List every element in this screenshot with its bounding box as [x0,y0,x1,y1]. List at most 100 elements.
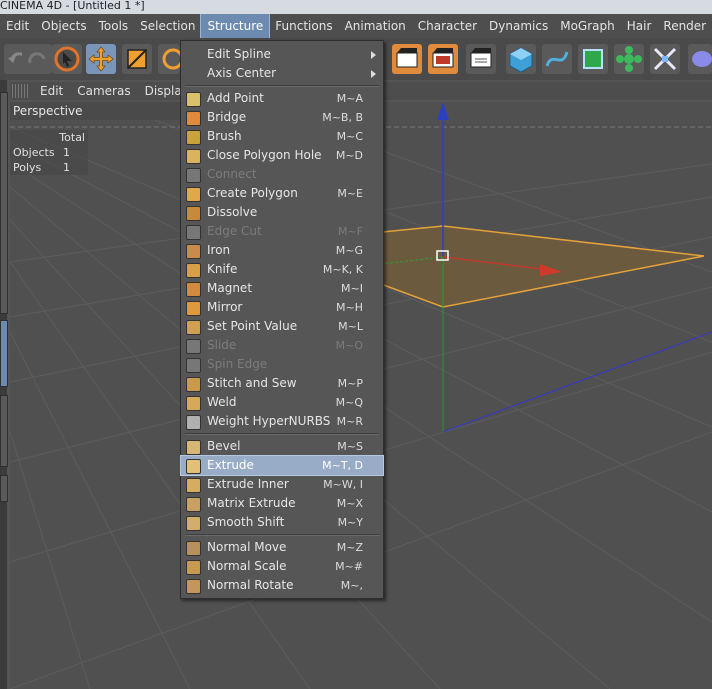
dock-tab-active[interactable] [0,320,8,387]
render-picture-viewer-icon[interactable] [428,44,458,74]
structure-menu-item-magnet[interactable]: Magnet M~I [181,279,383,298]
structure-menu-item-create-polygon[interactable]: Create Polygon M~E [181,184,383,203]
menu-item-label: Normal Scale [207,559,287,573]
structure-menu-item-normal-move[interactable]: Normal Move M~Z [181,538,383,557]
hud-row-polys: Polys 1 [10,160,88,175]
normal-scale-icon [186,560,201,575]
menu-item-label: Edge Cut [207,224,262,238]
weld-icon [186,396,201,411]
menu-dynamics[interactable]: Dynamics [483,14,554,38]
viewport-camera-label: Perspective [10,102,183,120]
menu-item-shortcut: M~# [335,560,363,573]
menu-item-shortcut: M~L [338,320,363,333]
smooth-shift-icon [186,516,201,531]
structure-menu-item-axis-center[interactable]: Axis Center [181,64,383,83]
structure-menu-item-smooth-shift[interactable]: Smooth Shift M~Y [181,513,383,532]
menu-functions[interactable]: Functions [269,14,338,38]
menu-animation[interactable]: Animation [339,14,412,38]
menu-item-label: Dissolve [207,205,258,219]
structure-menu-item-mirror[interactable]: Mirror M~H [181,298,383,317]
render-view-icon[interactable] [392,44,422,74]
structure-menu-item-stitch-and-sew[interactable]: Stitch and Sew M~P [181,374,383,393]
menu-item-label: Iron [207,243,231,257]
menu-item-shortcut: M~Y [337,516,363,529]
slide-icon [186,339,201,354]
structure-menu-item-matrix-extrude[interactable]: Matrix Extrude M~X [181,494,383,513]
menu-mograph[interactable]: MoGraph [554,14,621,38]
structure-menu-item-iron[interactable]: Iron M~G [181,241,383,260]
structure-menu-item-brush[interactable]: Brush M~C [181,127,383,146]
spline-pen-icon[interactable] [542,44,572,74]
menu-item-label: Normal Move [207,540,287,554]
menu-item-shortcut: M~S [337,440,363,453]
structure-menu-item-close-polygon-hole[interactable]: Close Polygon Hole M~D [181,146,383,165]
menu-item-label: Normal Rotate [207,578,294,592]
menu-objects[interactable]: Objects [35,14,92,38]
deformer-icon[interactable] [650,44,680,74]
hud-key: Objects [13,146,55,159]
structure-menu-item-bevel[interactable]: Bevel M~S [181,437,383,456]
matrix-extrude-icon [186,497,201,512]
render-settings-icon[interactable] [466,44,496,74]
menu-item-label: Connect [207,167,257,181]
menu-item-shortcut: M~I [341,282,363,295]
structure-menu-item-bridge[interactable]: Bridge M~B, B [181,108,383,127]
rotate-icon[interactable] [158,44,184,74]
menu-item-shortcut: M~P [337,377,363,390]
structure-menu-dropdown: Edit Spline Axis Center Add Point M~A Bridge… [180,40,384,599]
menu-item-shortcut: M~E [337,187,363,200]
bevel-icon [186,440,201,455]
menu-hair[interactable]: Hair [621,14,658,38]
menu-item-shortcut: M~W, I [323,478,363,491]
menu-selection[interactable]: Selection [134,14,201,38]
structure-menu-item-knife[interactable]: Knife M~K, K [181,260,383,279]
move-icon[interactable] [86,44,116,74]
viewport-menu-cameras[interactable]: Cameras [71,84,138,98]
menu-item-shortcut: M~Q [335,396,363,409]
menu-edit[interactable]: Edit [0,14,35,38]
cube-icon[interactable] [506,44,536,74]
structure-menu-item-normal-rotate[interactable]: Normal Rotate M~, [181,576,383,595]
menu-render[interactable]: Render [657,14,712,38]
menu-item-label: Set Point Value [207,319,298,333]
menu-item-label: Spin Edge [207,357,268,371]
viewport-hud: Total Objects 1 Polys 1 [10,130,88,175]
nurbs-icon[interactable] [578,44,608,74]
dock-tab[interactable] [0,475,8,502]
viewport-grip-icon[interactable] [12,84,30,98]
menu-item-label: Smooth Shift [207,515,285,529]
hud-value: 1 [63,161,70,174]
structure-menu-item-dissolve[interactable]: Dissolve [181,203,383,222]
menu-item-shortcut: M~T, D [322,459,363,472]
menu-item-shortcut: M~O [335,339,363,352]
left-dock-strip [0,80,8,689]
menu-character[interactable]: Character [412,14,483,38]
menu-item-label: Stitch and Sew [207,376,297,390]
structure-menu-item-weight-hypernurbs[interactable]: Weight HyperNURBS M~R [181,412,383,431]
live-select-icon[interactable] [52,44,82,74]
dock-tab[interactable] [0,92,8,314]
set-point-value-icon [186,320,201,335]
menu-item-label: Matrix Extrude [207,496,296,510]
menu-separator [185,534,379,536]
redo-icon[interactable] [22,44,52,74]
menu-item-label: Add Point [207,91,264,105]
structure-menu-item-extrude-inner[interactable]: Extrude Inner M~W, I [181,475,383,494]
menu-item-label: Create Polygon [207,186,298,200]
dock-tab[interactable] [0,395,8,467]
submenu-arrow-icon [371,70,376,78]
viewport-menu-edit[interactable]: Edit [34,84,71,98]
scale-icon[interactable] [122,44,152,74]
structure-menu-item-edit-spline[interactable]: Edit Spline [181,45,383,64]
edge-cut-icon [186,225,201,240]
array-icon[interactable] [614,44,644,74]
structure-menu-item-weld[interactable]: Weld M~Q [181,393,383,412]
menu-item-label: Axis Center [207,66,277,80]
structure-menu-item-set-point-value[interactable]: Set Point Value M~L [181,317,383,336]
menu-tools[interactable]: Tools [93,14,135,38]
structure-menu-item-normal-scale[interactable]: Normal Scale M~# [181,557,383,576]
menu-structure[interactable]: Structure [200,14,271,38]
structure-menu-item-add-point[interactable]: Add Point M~A [181,89,383,108]
scene-icon[interactable] [688,44,712,74]
structure-menu-item-extrude[interactable]: Extrude M~T, D [180,455,384,476]
